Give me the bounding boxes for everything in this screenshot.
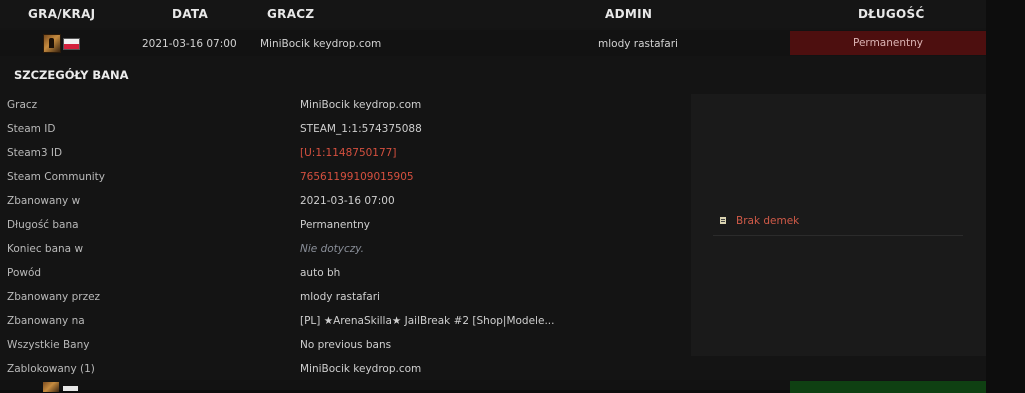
csgo-icon bbox=[43, 382, 59, 392]
ban-player: MiniBocik keydrop.com bbox=[260, 38, 382, 50]
csgo-icon bbox=[43, 34, 61, 53]
detail-label: Steam Community bbox=[7, 171, 106, 183]
detail-row-ban-end: Koniec bana w Nie dotyczy. bbox=[0, 238, 686, 262]
detail-label: Długość bana bbox=[7, 219, 79, 231]
detail-row-server: Zbanowany na [PL] ★ArenaSkilla★ JailBrea… bbox=[0, 310, 686, 334]
demo-file-icon bbox=[720, 217, 726, 224]
no-demos-link[interactable]: Brak demek bbox=[736, 215, 799, 227]
detail-value: 2021-03-16 07:00 bbox=[300, 195, 395, 207]
detail-value: mlody rastafari bbox=[300, 291, 380, 303]
header-player: GRACZ bbox=[267, 7, 315, 21]
flag-pl-icon bbox=[63, 38, 80, 50]
detail-label: Gracz bbox=[7, 99, 38, 111]
ban-date: 2021-03-16 07:00 bbox=[142, 38, 237, 50]
header-admin: ADMIN bbox=[605, 7, 653, 21]
header-length: DŁUGOŚĆ bbox=[858, 7, 925, 21]
detail-row-all-bans: Wszystkie Bany No previous bans bbox=[0, 334, 686, 358]
detail-label: Zbanowany w bbox=[7, 195, 81, 207]
detail-value: No previous bans bbox=[300, 339, 392, 351]
ban-table-header: GRA/KRAJ DATA GRACZ ADMIN DŁUGOŚĆ bbox=[0, 0, 986, 28]
detail-value: Permanentny bbox=[300, 219, 370, 231]
detail-value: auto bh bbox=[300, 267, 341, 279]
detail-row-steamid: Steam ID STEAM_1:1:574375088 bbox=[0, 118, 686, 142]
header-country: GRA/KRAJ bbox=[28, 7, 96, 21]
detail-label: Zbanowany na bbox=[7, 315, 85, 327]
ban-length-badge: Permanentny bbox=[790, 31, 986, 55]
header-date: DATA bbox=[172, 7, 209, 21]
page-margin bbox=[986, 0, 1025, 390]
detail-value: [PL] ★ArenaSkilla★ JailBreak #2 [Shop|Mo… bbox=[300, 315, 555, 327]
demo-divider bbox=[713, 235, 963, 236]
detail-label: Powód bbox=[7, 267, 42, 279]
detail-row-player: Gracz MiniBocik keydrop.com bbox=[0, 94, 686, 118]
detail-value: MiniBocik keydrop.com bbox=[300, 99, 422, 111]
detail-row-reason: Powód auto bh bbox=[0, 262, 686, 286]
detail-label: Wszystkie Bany bbox=[7, 339, 90, 351]
detail-value: MiniBocik keydrop.com bbox=[300, 363, 422, 375]
detail-row-banned-by: Zbanowany przez mlody rastafari bbox=[0, 286, 686, 310]
detail-label: Zablokowany (1) bbox=[7, 363, 95, 375]
detail-label: Zbanowany przez bbox=[7, 291, 101, 303]
ban-details-title: SZCZEGÓŁY BANA bbox=[14, 68, 129, 82]
detail-value: STEAM_1:1:574375088 bbox=[300, 123, 422, 135]
detail-row-blocked: Zablokowany (1) MiniBocik keydrop.com bbox=[0, 358, 686, 382]
ban-row[interactable]: 2021-03-16 07:00 MiniBocik keydrop.com m… bbox=[0, 30, 986, 56]
steam-community-link[interactable]: 76561199109015905 bbox=[300, 171, 414, 183]
detail-label: Koniec bana w bbox=[7, 243, 84, 255]
ban-length-badge-next bbox=[790, 381, 986, 393]
detail-row-steam3id: Steam3 ID [U:1:1148750177] bbox=[0, 142, 686, 166]
detail-row-banned-on: Zbanowany w 2021-03-16 07:00 bbox=[0, 190, 686, 214]
detail-row-steam-community: Steam Community 76561199109015905 bbox=[0, 166, 686, 190]
ban-admin: mlody rastafari bbox=[598, 38, 678, 50]
detail-row-ban-length: Długość bana Permanentny bbox=[0, 214, 686, 238]
flag-icon bbox=[63, 386, 78, 391]
detail-label: Steam3 ID bbox=[7, 147, 63, 159]
steam3id-link[interactable]: [U:1:1148750177] bbox=[300, 147, 396, 159]
detail-value: Nie dotyczy. bbox=[300, 243, 365, 255]
detail-label: Steam ID bbox=[7, 123, 56, 135]
